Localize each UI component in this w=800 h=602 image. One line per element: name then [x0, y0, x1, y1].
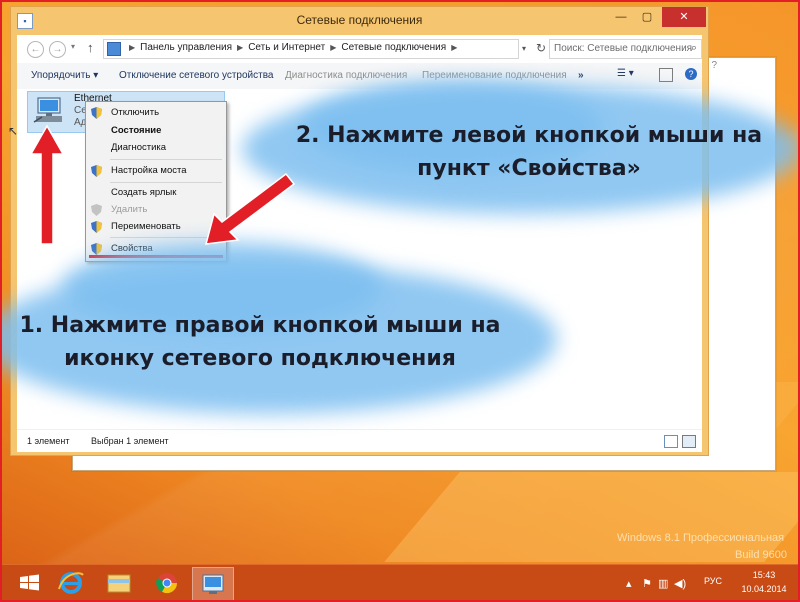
search-placeholder: Поиск: Сетевые подключения: [554, 43, 693, 54]
file-explorer-button[interactable]: [98, 567, 140, 599]
back-arrow-icon[interactable]: ←: [27, 41, 44, 58]
breadcrumb-chevron-icon[interactable]: ▶: [237, 43, 243, 52]
internet-explorer-icon: [58, 572, 84, 594]
network-adapter-icon: [33, 97, 62, 123]
minimize-button[interactable]: —: [608, 7, 634, 27]
menu-item-status[interactable]: Состояние: [86, 122, 226, 140]
windows-edition-watermark: Windows 8.1 Профессиональная: [617, 532, 785, 544]
navigation-bar: ← → ▾ ↑ ▶ Панель управления ▶ Сеть и Интерн…: [17, 35, 702, 63]
rename-connection-button[interactable]: Переименование подключения: [422, 70, 567, 81]
show-hidden-icons-icon[interactable]: ▴: [626, 577, 632, 590]
taskbar: ▴ ⚑ ▥ ◀) РУС 15:43 10.04.2014: [2, 564, 798, 600]
selected-count: Выбран 1 элемент: [91, 436, 169, 446]
folder-icon: [107, 574, 131, 593]
mouse-cursor-icon: ↖: [8, 124, 19, 138]
up-arrow-icon[interactable]: ↑: [87, 40, 94, 55]
search-input[interactable]: Поиск: Сетевые подключения ⌕: [549, 39, 702, 59]
breadcrumb-network-internet[interactable]: Сеть и Интернет: [248, 42, 325, 53]
title-bar[interactable]: ▪ Сетевые подключения — ▢ ✕: [11, 7, 708, 35]
uac-shield-icon: [91, 243, 102, 255]
breadcrumb-network-connections[interactable]: Сетевые подключения: [341, 42, 446, 53]
windows-build-watermark: Build 9600: [735, 549, 787, 561]
breadcrumb: ▶ Панель управления ▶ Сеть и Интернет ▶ Сетев…: [124, 42, 462, 53]
menu-item-label: Удалить: [111, 204, 148, 215]
chrome-button[interactable]: [146, 567, 188, 599]
windows-logo-icon: [20, 574, 39, 591]
uac-shield-icon: [91, 204, 102, 216]
preview-pane-icon[interactable]: [659, 68, 673, 82]
menu-item-label: Состояние: [111, 125, 162, 136]
red-arrow-up-icon: [29, 124, 65, 245]
item-count: 1 элемент: [27, 436, 70, 446]
more-commands-button[interactable]: »: [578, 70, 584, 81]
breadcrumb-control-panel[interactable]: Панель управления: [140, 42, 232, 53]
action-center-flag-icon[interactable]: ⚑: [642, 577, 652, 590]
breadcrumb-chevron-icon: ▶: [129, 43, 136, 52]
control-panel-icon: [107, 42, 121, 56]
large-icons-view-icon[interactable]: [682, 435, 696, 448]
forward-arrow-icon[interactable]: →: [49, 41, 66, 58]
instruction-step2-line2: пункт «Свойства»: [417, 156, 641, 181]
menu-item-label: Настройка моста: [111, 165, 187, 176]
menu-item-disable[interactable]: Отключить: [86, 104, 226, 122]
breadcrumb-chevron-icon[interactable]: ▶: [451, 43, 457, 52]
clock-time[interactable]: 15:43: [738, 570, 790, 580]
instruction-step1-line2: иконку сетевого подключения: [64, 346, 456, 371]
instruction-step1: 1. Нажмите правой кнопкой мыши на иконку…: [10, 309, 510, 375]
background-window-help: ?: [711, 60, 717, 71]
close-button[interactable]: ✕: [662, 7, 706, 27]
menu-item-label: Создать ярлык: [111, 187, 177, 198]
instruction-step2: 2. Нажмите левой кнопкой мыши на пункт «…: [264, 119, 794, 185]
diagnose-connection-button[interactable]: Диагностика подключения: [285, 70, 407, 81]
uac-shield-icon: [91, 107, 102, 119]
details-view-icon[interactable]: [664, 435, 678, 448]
search-icon[interactable]: ⌕: [691, 42, 697, 55]
address-field[interactable]: ▶ Панель управления ▶ Сеть и Интернет ▶ Сетев…: [103, 39, 519, 59]
menu-item-diagnostics[interactable]: Диагностика: [86, 139, 226, 157]
red-arrow-diagonal-icon: [204, 172, 296, 245]
maximize-button[interactable]: ▢: [634, 7, 660, 27]
chrome-icon: [156, 573, 178, 594]
system-tray: ▴ ⚑ ▥ ◀) РУС 15:43 10.04.2014: [624, 565, 794, 600]
desktop: ? ▪ Сетевые подключения — ▢ ✕ ← → ▾ ↑ ▶ П…: [0, 0, 800, 602]
input-language-indicator[interactable]: РУС: [704, 576, 722, 586]
uac-shield-icon: [91, 165, 102, 177]
network-status-icon[interactable]: ▥: [658, 577, 668, 590]
menu-item-label: Переименовать: [111, 221, 181, 232]
breadcrumb-chevron-icon[interactable]: ▶: [330, 43, 336, 52]
recent-locations-chevron-icon[interactable]: ▾: [71, 42, 75, 51]
menu-separator: [110, 159, 222, 160]
instruction-step1-line1: 1. Нажмите правой кнопкой мыши на: [19, 313, 501, 338]
start-button[interactable]: [8, 567, 50, 599]
clock-date[interactable]: 10.04.2014: [738, 584, 790, 594]
menu-item-label: Диагностика: [111, 142, 167, 153]
menu-item-label: Отключить: [111, 107, 160, 118]
help-icon[interactable]: ?: [685, 68, 697, 80]
refresh-icon[interactable]: ↻: [536, 41, 546, 55]
speaker-icon[interactable]: ◀): [674, 577, 686, 590]
network-connections-icon: [202, 574, 224, 594]
network-connections-taskbar-button[interactable]: [192, 567, 234, 600]
disconnect-device-button[interactable]: Отключение сетевого устройства: [119, 70, 274, 81]
address-dropdown-icon[interactable]: ▾: [522, 44, 526, 53]
change-view-icon[interactable]: ☰ ▾: [617, 68, 634, 79]
instruction-step2-line1: 2. Нажмите левой кнопкой мыши на: [295, 123, 763, 148]
uac-shield-icon: [91, 221, 102, 233]
window-title: Сетевые подключения: [296, 13, 423, 27]
internet-explorer-button[interactable]: [50, 567, 92, 599]
organize-button[interactable]: Упорядочить ▾: [31, 70, 98, 81]
status-bar: 1 элемент Выбран 1 элемент: [17, 429, 702, 452]
